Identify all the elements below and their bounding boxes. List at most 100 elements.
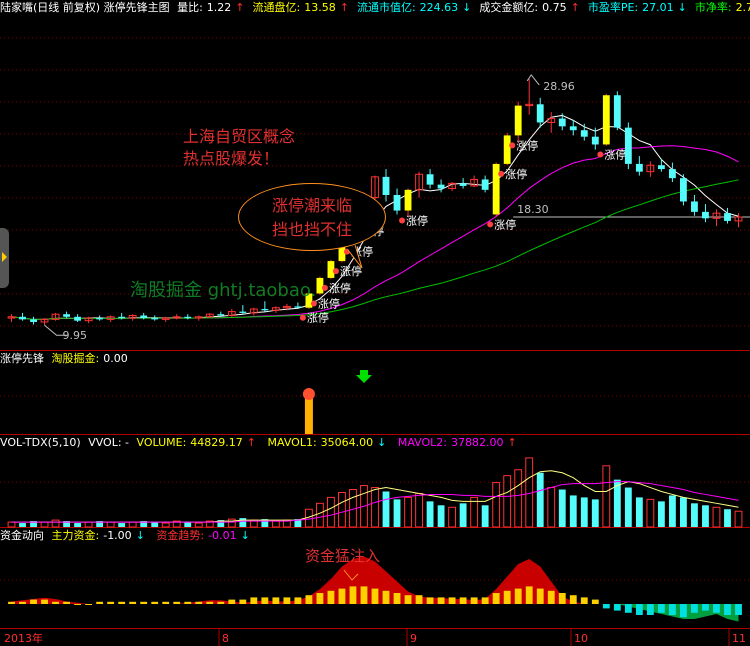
candle-body xyxy=(624,127,632,164)
main-capital-bar xyxy=(448,597,456,604)
candle-body xyxy=(613,95,621,128)
candle-body xyxy=(635,163,643,172)
high-price-label: 28.96 xyxy=(543,80,575,93)
volume-bar xyxy=(668,495,676,527)
volume-bar xyxy=(19,523,26,527)
candle-body xyxy=(724,213,731,221)
candle-body xyxy=(327,261,335,278)
candle-body xyxy=(492,163,500,215)
main-capital-bar xyxy=(316,593,324,604)
main-capital-bar xyxy=(195,601,203,604)
volume-bar xyxy=(404,496,412,528)
volume-bar xyxy=(547,487,556,528)
candle-body xyxy=(294,306,302,308)
candle-body xyxy=(140,315,148,319)
limit-up-label: 涨停 xyxy=(406,214,428,228)
limit-up-dot-icon xyxy=(299,314,306,321)
low-price-label: 9.95 xyxy=(63,329,88,342)
limit-up-bubble: 涨停潮来临 挡也挡不住 xyxy=(238,183,386,251)
limit-up-dot-icon xyxy=(399,217,406,224)
main-capital-bar xyxy=(691,604,698,613)
x-axis-label: 2013年 xyxy=(4,631,43,645)
concept-note: 上海自贸区概念 热点股爆发！ xyxy=(183,126,295,170)
side-panel-toggle[interactable] xyxy=(0,228,9,288)
volume-bar xyxy=(680,497,687,527)
main-capital-bar xyxy=(140,601,148,604)
candle-body xyxy=(426,174,434,185)
limit-up-dot-icon xyxy=(332,268,339,275)
limit-up-label: 涨停 xyxy=(505,167,527,181)
limit-up-label: 涨停 xyxy=(307,311,329,325)
candle-body xyxy=(30,319,37,322)
volume-bar xyxy=(624,487,632,527)
main-capital-bar xyxy=(30,599,37,604)
main-capital-bar xyxy=(250,597,258,604)
main-capital-bar xyxy=(228,599,236,604)
volume-bar xyxy=(271,520,280,528)
main-capital-bar xyxy=(107,601,115,604)
candle-body xyxy=(569,126,577,131)
signal-bar xyxy=(304,397,313,434)
main-capital-bar xyxy=(74,604,82,605)
candle-body xyxy=(668,169,676,179)
volume-bar xyxy=(106,521,115,528)
volume-bar xyxy=(338,491,346,528)
main-capital-bar xyxy=(283,597,291,604)
concept-note-line1: 上海自贸区概念 xyxy=(183,127,296,146)
main-capital-bar xyxy=(404,595,412,604)
candle-body xyxy=(691,201,698,212)
main-capital-bar xyxy=(547,590,555,604)
main-capital-bar xyxy=(713,604,720,613)
volume-bar xyxy=(184,522,192,527)
main-capital-bar xyxy=(591,599,599,604)
volume-bar xyxy=(635,497,643,527)
volume-bar xyxy=(558,489,566,527)
candle-body xyxy=(217,314,225,316)
main-capital-bar xyxy=(702,604,709,611)
main-capital-bar xyxy=(459,597,467,604)
main-capital-bar xyxy=(129,601,137,604)
main-capital-bar xyxy=(239,599,247,604)
candle-body xyxy=(602,95,610,145)
main-capital-bar xyxy=(668,604,676,615)
volume-bar xyxy=(40,521,49,528)
main-capital-bar xyxy=(272,597,280,604)
main-capital-bar xyxy=(382,590,390,604)
chart-canvas[interactable]: 18.30涨停涨停涨停涨停涨停涨停涨停涨停涨停涨停涨停28.969.95资金猛注… xyxy=(0,0,750,646)
limit-up-dot-icon xyxy=(509,142,516,149)
main-capital-bar xyxy=(173,601,181,604)
candle-body xyxy=(118,316,126,319)
main-capital-bar xyxy=(580,597,588,604)
limit-up-label: 涨停 xyxy=(340,264,362,278)
main-capital-bar xyxy=(85,604,93,605)
expand-arrow-icon xyxy=(2,252,7,262)
watermark-text: 淘股掘金 ghtj.taobao. xyxy=(130,280,317,301)
volume-bar xyxy=(316,502,324,528)
main-capital-bar xyxy=(162,601,170,604)
volume-bar xyxy=(437,505,445,527)
volume-bar xyxy=(415,492,423,528)
main-capital-bar xyxy=(393,593,401,604)
main-capital-bar xyxy=(536,588,544,604)
main-capital-bar xyxy=(41,599,48,604)
volume-bar xyxy=(7,521,16,528)
main-capital-bar xyxy=(63,601,70,604)
volume-bar xyxy=(239,518,247,527)
x-axis-label: 11 xyxy=(732,632,746,645)
main-capital-bar xyxy=(680,604,687,618)
main-capital-bar xyxy=(294,597,302,604)
limit-up-label: 涨停 xyxy=(494,217,516,231)
volume-bar xyxy=(51,519,60,528)
volume-bar xyxy=(712,506,721,528)
candle-body xyxy=(437,184,445,189)
candle-body xyxy=(459,183,467,186)
volume-bar xyxy=(382,491,390,527)
candle-body xyxy=(19,316,26,320)
candle-body xyxy=(393,195,401,211)
main-capital-bar xyxy=(624,604,632,613)
main-capital-bar xyxy=(261,597,269,604)
main-capital-bar xyxy=(470,597,478,604)
limit-up-label: 涨停 xyxy=(604,147,626,161)
main-capital-bar xyxy=(492,593,500,604)
main-capital-bar xyxy=(657,604,665,613)
